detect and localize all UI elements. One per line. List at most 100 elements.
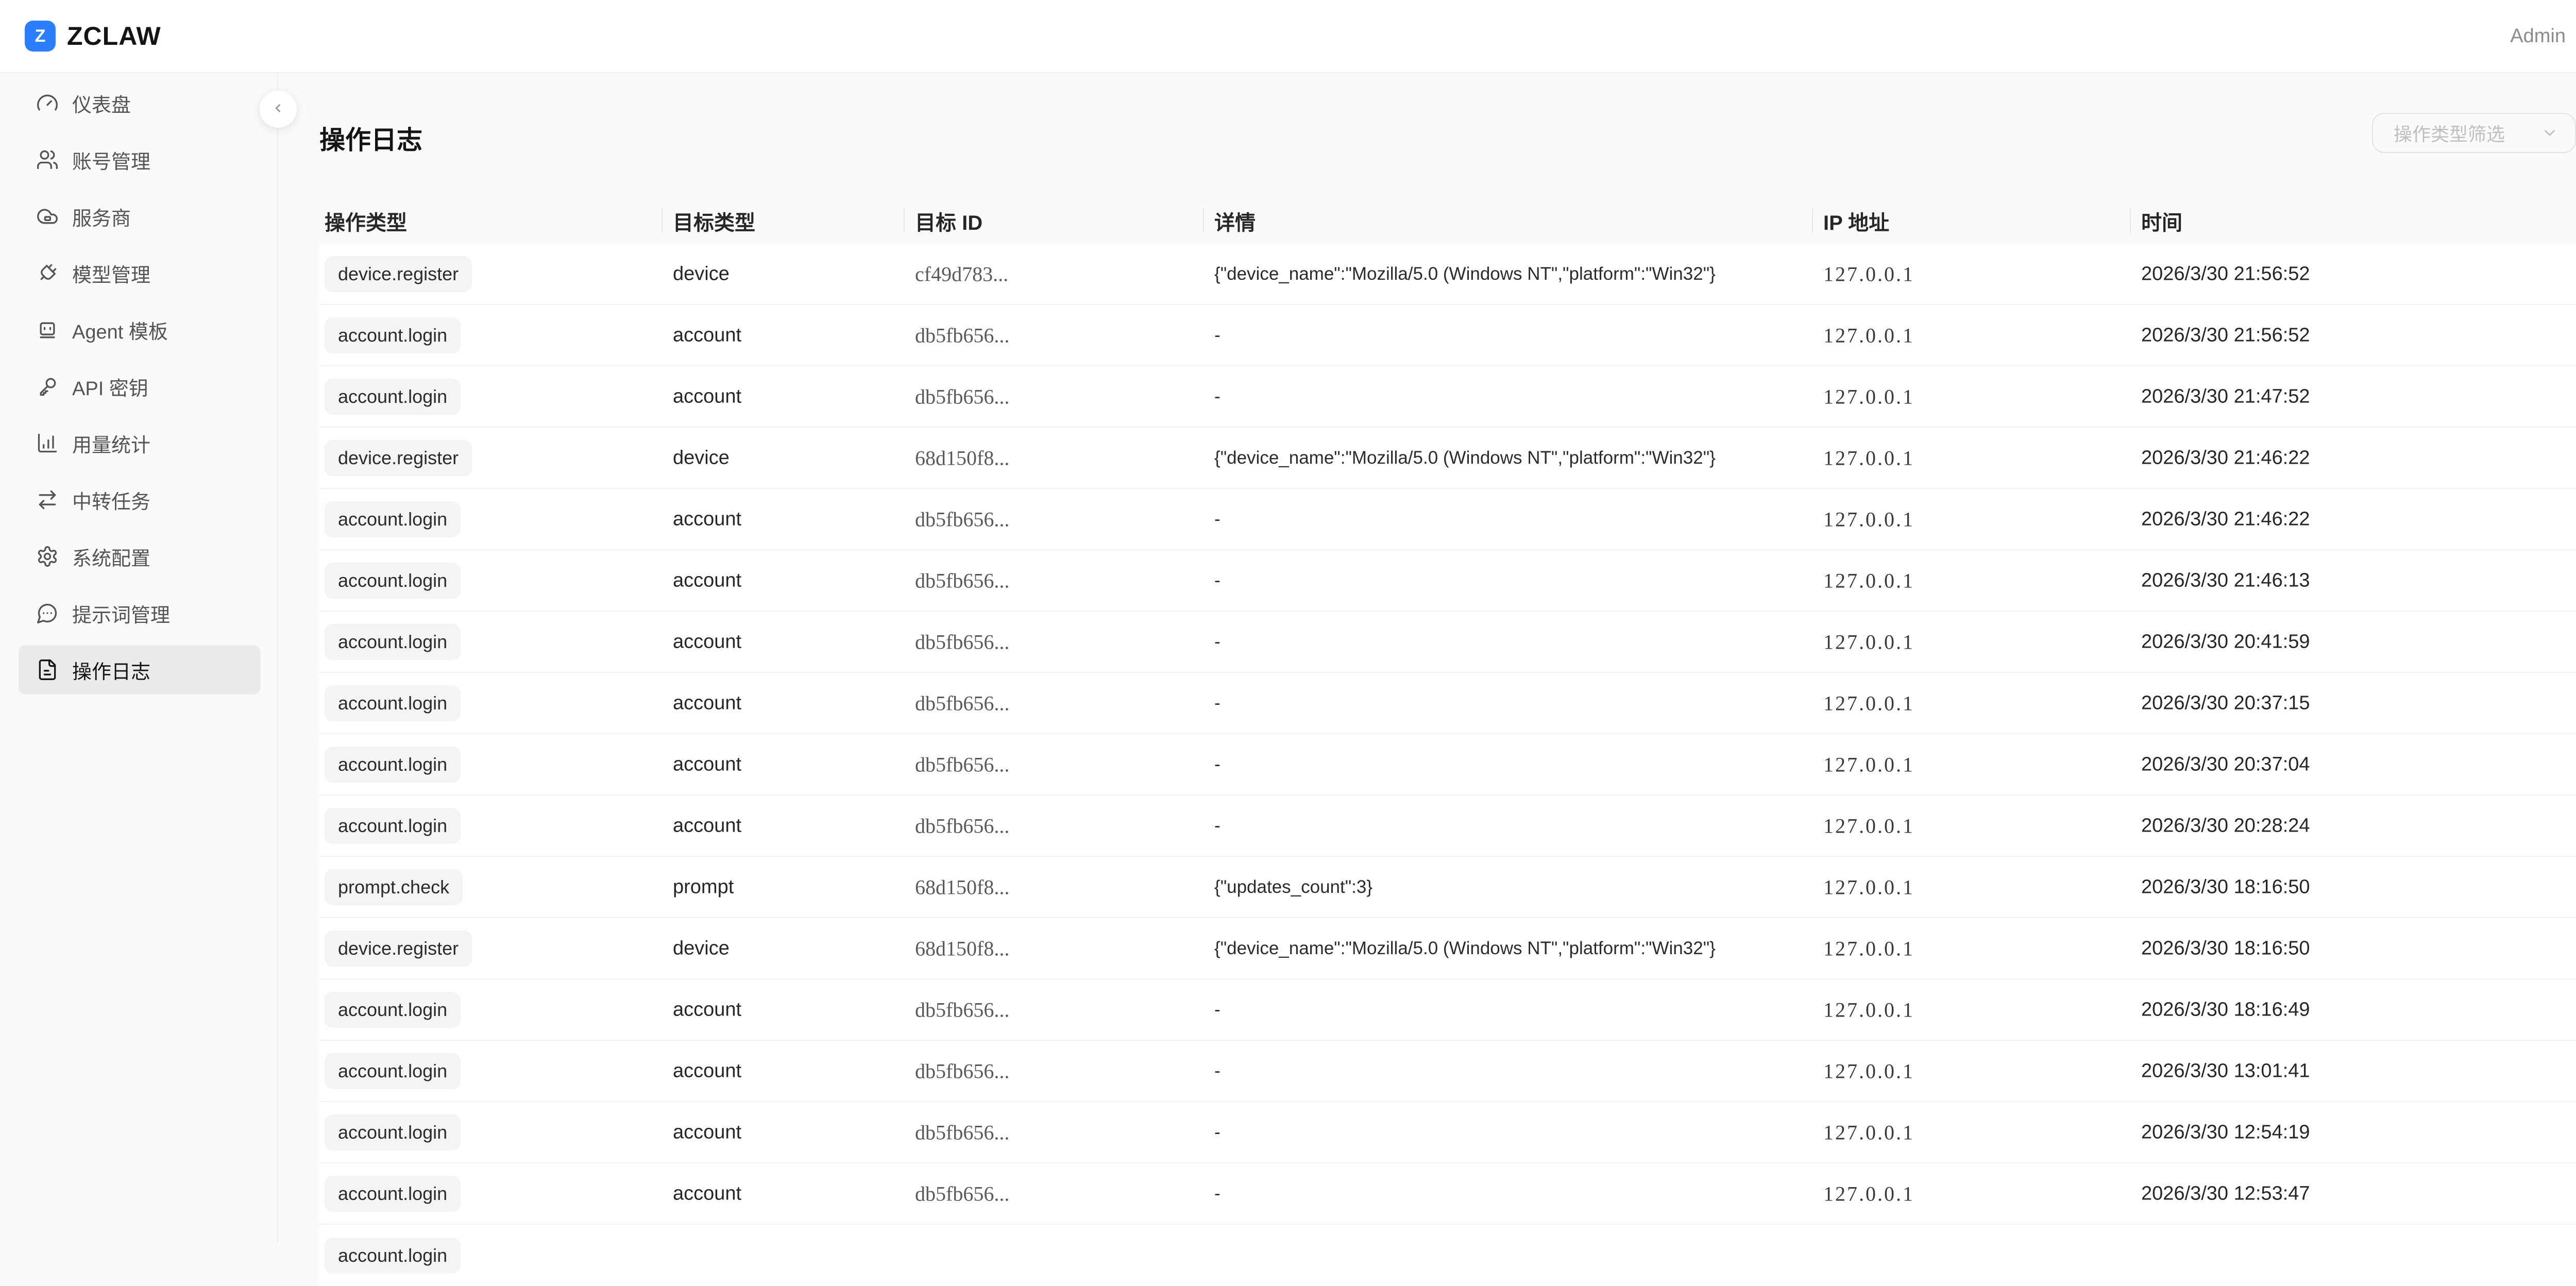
op-type-tag: device.register (325, 930, 472, 967)
target-type-cell: account (673, 631, 741, 653)
target-type-cell: account (673, 999, 741, 1021)
target-type-cell: prompt (673, 876, 734, 898)
target-id-cell: db5fb656... (915, 1120, 1009, 1144)
op-type-tag: account.login (325, 317, 461, 353)
time-cell: 2026/3/30 12:53:47 (2141, 1182, 2310, 1205)
target-id-cell: 68d150f8... (915, 875, 1009, 899)
ip-cell: 127.0.0.1 (1823, 936, 1914, 960)
target-type-cell: account (673, 1182, 741, 1205)
swap-arrows-icon (36, 488, 59, 511)
table-row: account.login account db5fb656... - 127.… (319, 489, 2576, 550)
target-id-cell: db5fb656... (915, 752, 1009, 776)
time-cell: 2026/3/30 20:37:04 (2141, 753, 2310, 775)
sidebar-item-providers[interactable]: 服务商 (19, 192, 261, 241)
header-separator (1203, 209, 1204, 233)
detail-cell: - (1214, 693, 1221, 714)
table-row: account.login account db5fb656... - 127.… (319, 550, 2576, 612)
op-type-tag: account.login (325, 1176, 461, 1212)
sidebar-item-accounts[interactable]: 账号管理 (19, 135, 261, 184)
table-row: account.login account db5fb656... - 127.… (319, 1102, 2576, 1163)
target-id-cell: db5fb656... (915, 997, 1009, 1022)
detail-cell: - (1214, 386, 1221, 407)
sidebar-item-label: Agent 模板 (72, 316, 168, 344)
sidebar-item-label: 用量统计 (72, 429, 150, 458)
time-cell: 2026/3/30 20:28:24 (2141, 815, 2310, 837)
time-cell: 2026/3/30 18:16:50 (2141, 937, 2310, 959)
ip-cell: 127.0.0.1 (1823, 997, 1914, 1022)
column-header-target-type: 目标类型 (673, 206, 755, 236)
target-type-cell: device (673, 937, 730, 959)
ip-cell: 127.0.0.1 (1823, 568, 1914, 593)
target-type-cell: account (673, 324, 741, 346)
sidebar-item-label: 操作日志 (72, 656, 150, 684)
table-header: 操作类型 目标类型 目标 ID 详情 IP 地址 时间 (319, 198, 2576, 245)
detail-cell: - (1214, 632, 1221, 652)
sidebar-item-label: API 密钥 (72, 373, 148, 401)
chevron-left-icon (270, 100, 286, 119)
file-document-icon (36, 658, 59, 681)
operation-type-filter-select[interactable]: 操作类型筛选 (2372, 113, 2576, 153)
bar-chart-icon (36, 432, 59, 454)
sidebar-item-usage-stats[interactable]: 用量统计 (19, 418, 261, 468)
detail-cell: {"device_name":"Mozilla/5.0 (Windows NT"… (1214, 264, 1716, 284)
sidebar-collapse-button[interactable] (260, 91, 297, 128)
table-row: account.login account db5fb656... - 127.… (319, 796, 2576, 857)
table-row: account.login account db5fb656... - 127.… (319, 734, 2576, 796)
op-type-tag: device.register (325, 440, 472, 476)
ip-cell: 127.0.0.1 (1823, 814, 1914, 838)
op-type-tag: account.login (325, 624, 461, 660)
sidebar-item-agent-templates[interactable]: Agent 模板 (19, 305, 261, 354)
sidebar-item-dashboard[interactable]: 仪表盘 (19, 78, 261, 128)
sidebar-item-prompt-management[interactable]: 提示词管理 (19, 588, 261, 638)
op-type-tag: account.login (325, 1114, 461, 1150)
table-row: account.login account db5fb656... - 127.… (319, 612, 2576, 673)
target-type-cell: account (673, 508, 741, 530)
time-cell: 2026/3/30 21:47:52 (2141, 385, 2310, 408)
target-type-cell: device (673, 447, 730, 469)
time-cell: 2026/3/30 20:41:59 (2141, 631, 2310, 653)
sidebar-item-system-config[interactable]: 系统配置 (19, 532, 261, 581)
user-menu[interactable]: Admin (2510, 0, 2566, 72)
sidebar-item-relay-tasks[interactable]: 中转任务 (19, 475, 261, 524)
brand-title: ZCLAW (67, 0, 161, 72)
header-separator (904, 209, 905, 233)
target-id-cell: db5fb656... (915, 568, 1009, 593)
target-id-cell: db5fb656... (915, 507, 1009, 531)
ip-cell: 127.0.0.1 (1823, 384, 1914, 409)
sidebar-item-api-keys[interactable]: API 密钥 (19, 362, 261, 411)
sidebar-nav: 仪表盘 账号管理 服务商 模型管理 Agent 模板 API 密钥 用量统计 (0, 78, 277, 702)
detail-cell: - (1214, 1183, 1221, 1204)
key-icon (36, 375, 59, 398)
op-type-tag: account.login (325, 379, 461, 415)
sidebar-item-label: 服务商 (72, 202, 131, 231)
table-row: account.login (319, 1225, 2576, 1286)
table-row: device.register device cf49d783... {"dev… (319, 244, 2576, 305)
op-type-tag: account.login (325, 1238, 461, 1274)
table-row: account.login account db5fb656... - 127.… (319, 979, 2576, 1041)
sidebar-item-label: 中转任务 (72, 486, 150, 514)
time-cell: 2026/3/30 21:46:13 (2141, 569, 2310, 591)
ip-cell: 127.0.0.1 (1823, 507, 1914, 531)
detail-cell: - (1214, 1000, 1221, 1020)
sidebar: 仪表盘 账号管理 服务商 模型管理 Agent 模板 API 密钥 用量统计 (0, 73, 278, 1243)
column-header-ip: IP 地址 (1823, 206, 1889, 236)
op-type-tag: device.register (325, 256, 472, 292)
chat-bubble-icon (36, 602, 59, 624)
detail-cell: - (1214, 754, 1221, 775)
detail-cell: - (1214, 570, 1221, 591)
sidebar-item-label: 账号管理 (72, 146, 150, 174)
op-type-tag: account.login (325, 563, 461, 599)
time-cell: 2026/3/30 12:54:19 (2141, 1121, 2310, 1143)
sidebar-item-models[interactable]: 模型管理 (19, 248, 261, 298)
sidebar-item-operation-log[interactable]: 操作日志 (19, 645, 261, 695)
target-id-cell: db5fb656... (915, 814, 1009, 838)
ip-cell: 127.0.0.1 (1823, 691, 1914, 715)
target-id-cell: db5fb656... (915, 323, 1009, 347)
target-id-cell: 68d150f8... (915, 936, 1009, 960)
ip-cell: 127.0.0.1 (1823, 323, 1914, 347)
cloud-icon (36, 205, 59, 228)
ip-cell: 127.0.0.1 (1823, 1181, 1914, 1206)
time-cell: 2026/3/30 13:01:41 (2141, 1060, 2310, 1082)
bot-icon (36, 318, 59, 341)
op-type-tag: account.login (325, 685, 461, 721)
